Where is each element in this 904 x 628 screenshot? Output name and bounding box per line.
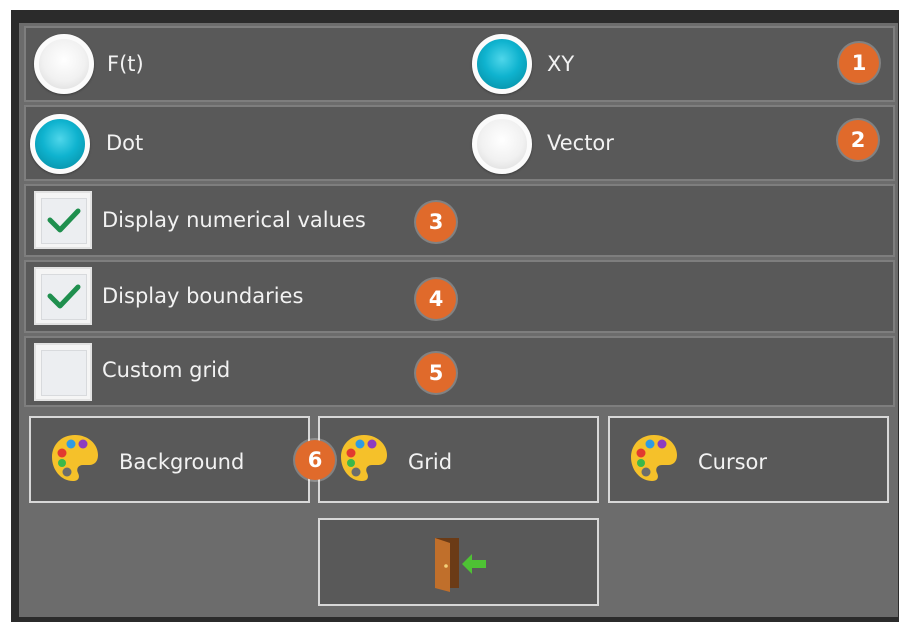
- style-row: [24, 105, 895, 181]
- cursor-color-button[interactable]: Cursor: [608, 416, 889, 503]
- callout-badge-4: 4: [416, 279, 456, 319]
- checkmark-icon: [47, 284, 81, 309]
- ft-label: F(t): [107, 52, 144, 76]
- exit-door-icon: [435, 538, 486, 592]
- dot-radio[interactable]: [30, 114, 90, 174]
- display-boundaries-checkbox[interactable]: [34, 267, 92, 325]
- display-boundaries-label: Display boundaries: [102, 284, 304, 308]
- callout-badge-2: 2: [838, 120, 878, 160]
- vector-radio[interactable]: [472, 114, 532, 174]
- grid-color-button[interactable]: Grid: [318, 416, 599, 503]
- background-color-button[interactable]: Background: [29, 416, 310, 503]
- background-button-label: Background: [119, 450, 245, 474]
- palette-icon: [631, 435, 677, 481]
- callout-badge-3: 3: [416, 202, 456, 242]
- vector-label: Vector: [547, 131, 614, 155]
- xy-radio[interactable]: [472, 34, 532, 94]
- xy-label: XY: [547, 52, 575, 76]
- palette-icon: [341, 435, 387, 481]
- callout-badge-5: 5: [416, 353, 456, 393]
- cursor-button-label: Cursor: [698, 450, 768, 474]
- grid-button-label: Grid: [408, 450, 453, 474]
- exit-button[interactable]: [318, 518, 599, 606]
- display-numerical-label: Display numerical values: [102, 208, 366, 232]
- mode-row: [24, 26, 895, 102]
- checkbox-box: [41, 350, 87, 396]
- checkmark-icon: [47, 208, 81, 233]
- ft-radio[interactable]: [34, 34, 94, 94]
- custom-grid-label: Custom grid: [102, 358, 231, 382]
- dot-label: Dot: [106, 131, 144, 155]
- palette-icon: [52, 435, 98, 481]
- display-numerical-checkbox[interactable]: [34, 191, 92, 249]
- custom-grid-checkbox[interactable]: [34, 343, 92, 401]
- callout-badge-1: 1: [839, 43, 879, 83]
- callout-badge-6: 6: [295, 440, 335, 480]
